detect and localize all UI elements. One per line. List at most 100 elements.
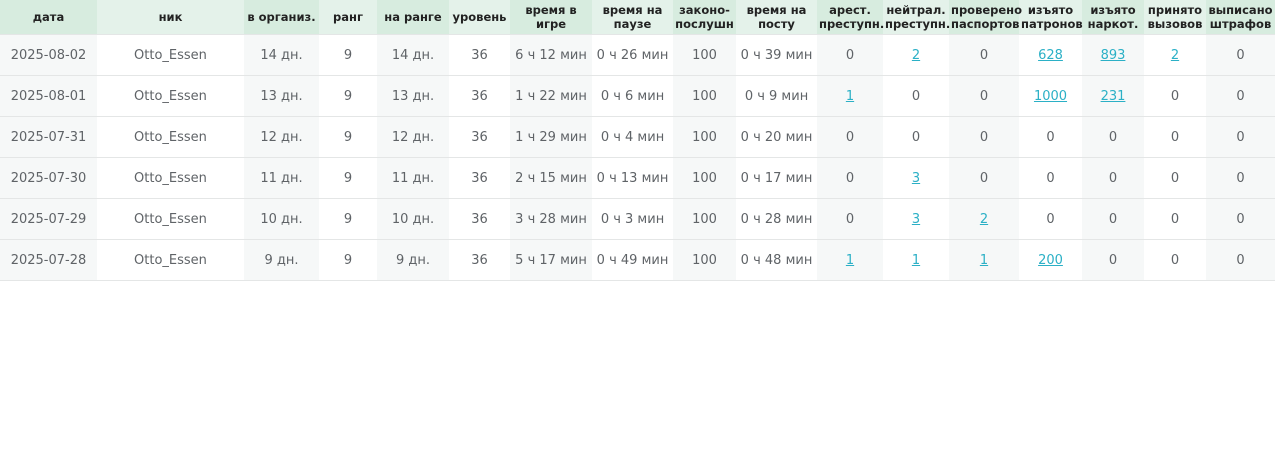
cell-arrested-link[interactable]: 1 bbox=[817, 75, 883, 117]
column-header-fines-issued[interactable]: выписано штрафов bbox=[1206, 0, 1275, 35]
cell-nick: Otto_Essen bbox=[97, 198, 244, 240]
cell-neutralized-link[interactable]: 1 bbox=[883, 239, 949, 281]
table-header: дата ник в организ. ранг на ранге уровень врем… bbox=[0, 0, 1275, 35]
column-header-law-abiding[interactable]: законо- послушн bbox=[673, 0, 736, 35]
cell-time-on-post: 0 ч 20 мин bbox=[736, 116, 817, 158]
cell-level: 36 bbox=[449, 198, 510, 240]
column-header-ammo-seized[interactable]: изъято патронов bbox=[1019, 0, 1083, 35]
cell-level: 36 bbox=[449, 34, 510, 76]
cell-level: 36 bbox=[449, 116, 510, 158]
column-header-level[interactable]: уровень bbox=[449, 0, 510, 35]
cell-on-rank: 14 дн. bbox=[377, 34, 449, 76]
cell-calls-accepted: 0 bbox=[1144, 75, 1206, 117]
cell-fines-issued: 0 bbox=[1206, 34, 1275, 76]
cell-calls-accepted: 0 bbox=[1144, 198, 1206, 240]
cell-calls-accepted-link[interactable]: 2 bbox=[1144, 34, 1206, 76]
cell-ammo-seized-link[interactable]: 1000 bbox=[1019, 75, 1082, 117]
cell-time-on-post: 0 ч 9 мин bbox=[736, 75, 817, 117]
cell-rank: 9 bbox=[319, 198, 377, 240]
cell-nick: Otto_Essen bbox=[97, 34, 244, 76]
column-header-time-on-post[interactable]: время на посту bbox=[736, 0, 817, 35]
cell-law-abiding: 100 bbox=[673, 239, 736, 281]
cell-passports-checked-link[interactable]: 2 bbox=[949, 198, 1019, 240]
header-row: дата ник в организ. ранг на ранге уровень врем… bbox=[0, 0, 1275, 35]
column-header-nick[interactable]: ник bbox=[97, 0, 244, 35]
cell-passports-checked: 0 bbox=[949, 34, 1019, 76]
column-header-rank[interactable]: ранг bbox=[319, 0, 377, 35]
cell-date: 2025-07-28 bbox=[0, 239, 97, 281]
table-row: 2025-07-31 Otto_Essen 12 дн. 9 12 дн. 36 1 ч 2… bbox=[0, 116, 1275, 158]
cell-drugs-seized-link[interactable]: 893 bbox=[1082, 34, 1144, 76]
column-header-calls-accepted[interactable]: принято вызовов bbox=[1144, 0, 1206, 35]
cell-fines-issued: 0 bbox=[1206, 157, 1275, 199]
cell-fines-issued: 0 bbox=[1206, 239, 1275, 281]
cell-in-org: 10 дн. bbox=[244, 198, 319, 240]
cell-neutralized-link[interactable]: 2 bbox=[883, 34, 949, 76]
cell-ammo-seized: 0 bbox=[1019, 116, 1082, 158]
table-row: 2025-08-02 Otto_Essen 14 дн. 9 14 дн. 36 6 ч 1… bbox=[0, 34, 1275, 76]
cell-in-org: 13 дн. bbox=[244, 75, 319, 117]
cell-on-rank: 10 дн. bbox=[377, 198, 449, 240]
cell-drugs-seized: 0 bbox=[1082, 116, 1144, 158]
cell-arrested: 0 bbox=[817, 116, 883, 158]
cell-time-on-post: 0 ч 28 мин bbox=[736, 198, 817, 240]
cell-passports-checked-link[interactable]: 1 bbox=[949, 239, 1019, 281]
cell-calls-accepted: 0 bbox=[1144, 239, 1206, 281]
table-row: 2025-07-30 Otto_Essen 11 дн. 9 11 дн. 36 2 ч 1… bbox=[0, 157, 1275, 199]
cell-fines-issued: 0 bbox=[1206, 198, 1275, 240]
table-row: 2025-07-28 Otto_Essen 9 дн. 9 9 дн. 36 5 ч 17 … bbox=[0, 239, 1275, 281]
cell-time-on-post: 0 ч 48 мин bbox=[736, 239, 817, 281]
cell-rank: 9 bbox=[319, 34, 377, 76]
cell-in-org: 9 дн. bbox=[244, 239, 319, 281]
cell-time-in-game: 1 ч 29 мин bbox=[510, 116, 592, 158]
cell-fines-issued: 0 bbox=[1206, 116, 1275, 158]
cell-law-abiding: 100 bbox=[673, 157, 736, 199]
cell-drugs-seized-link[interactable]: 231 bbox=[1082, 75, 1144, 117]
table-body: 2025-08-02 Otto_Essen 14 дн. 9 14 дн. 36 6 ч 1… bbox=[0, 34, 1275, 281]
column-header-in-org[interactable]: в организ. bbox=[244, 0, 319, 35]
cell-time-paused: 0 ч 6 мин bbox=[592, 75, 673, 117]
cell-time-on-post: 0 ч 39 мин bbox=[736, 34, 817, 76]
cell-nick: Otto_Essen bbox=[97, 157, 244, 199]
cell-neutralized-link[interactable]: 3 bbox=[883, 198, 949, 240]
cell-law-abiding: 100 bbox=[673, 198, 736, 240]
column-header-on-rank[interactable]: на ранге bbox=[377, 0, 449, 35]
column-header-drugs-seized[interactable]: изъято наркот. bbox=[1082, 0, 1144, 35]
cell-time-in-game: 1 ч 22 мин bbox=[510, 75, 592, 117]
cell-rank: 9 bbox=[319, 239, 377, 281]
cell-rank: 9 bbox=[319, 157, 377, 199]
column-header-passports-checked[interactable]: проверено паспортов bbox=[949, 0, 1022, 35]
cell-fines-issued: 0 bbox=[1206, 75, 1275, 117]
cell-passports-checked: 0 bbox=[949, 75, 1019, 117]
column-header-time-paused[interactable]: время на паузе bbox=[592, 0, 673, 35]
cell-arrested: 0 bbox=[817, 157, 883, 199]
cell-time-paused: 0 ч 49 мин bbox=[592, 239, 673, 281]
cell-ammo-seized-link[interactable]: 628 bbox=[1019, 34, 1082, 76]
column-header-time-in-game[interactable]: время в игре bbox=[510, 0, 592, 35]
cell-ammo-seized-link[interactable]: 200 bbox=[1019, 239, 1082, 281]
cell-law-abiding: 100 bbox=[673, 34, 736, 76]
cell-passports-checked: 0 bbox=[949, 157, 1019, 199]
cell-ammo-seized: 0 bbox=[1019, 157, 1082, 199]
cell-level: 36 bbox=[449, 75, 510, 117]
cell-arrested: 0 bbox=[817, 34, 883, 76]
table-row: 2025-07-29 Otto_Essen 10 дн. 9 10 дн. 36 3 ч 2… bbox=[0, 198, 1275, 240]
cell-calls-accepted: 0 bbox=[1144, 116, 1206, 158]
cell-on-rank: 13 дн. bbox=[377, 75, 449, 117]
cell-time-in-game: 2 ч 15 мин bbox=[510, 157, 592, 199]
column-header-date[interactable]: дата bbox=[0, 0, 97, 35]
cell-drugs-seized: 0 bbox=[1082, 157, 1144, 199]
cell-date: 2025-07-30 bbox=[0, 157, 97, 199]
column-header-arrested[interactable]: арест. преступн. bbox=[817, 0, 884, 35]
cell-on-rank: 12 дн. bbox=[377, 116, 449, 158]
cell-neutralized-link[interactable]: 3 bbox=[883, 157, 949, 199]
cell-rank: 9 bbox=[319, 75, 377, 117]
cell-ammo-seized: 0 bbox=[1019, 198, 1082, 240]
cell-time-paused: 0 ч 3 мин bbox=[592, 198, 673, 240]
cell-in-org: 12 дн. bbox=[244, 116, 319, 158]
column-header-neutralized[interactable]: нейтрал. преступн. bbox=[883, 0, 950, 35]
cell-law-abiding: 100 bbox=[673, 75, 736, 117]
cell-arrested-link[interactable]: 1 bbox=[817, 239, 883, 281]
cell-law-abiding: 100 bbox=[673, 116, 736, 158]
cell-nick: Otto_Essen bbox=[97, 116, 244, 158]
